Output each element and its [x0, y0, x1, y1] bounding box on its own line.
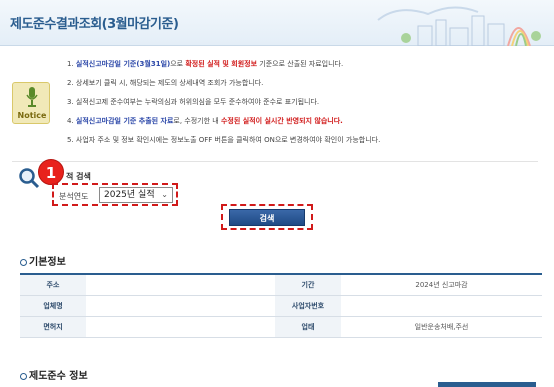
divider [12, 161, 538, 162]
notice-item: 1. 실적신고마감일 기준(3월31일)으로 확정된 실적 및 회원정보 기준으… [67, 55, 537, 74]
info-value [86, 295, 275, 317]
info-label: 면허지 [20, 316, 86, 338]
section-tab-bar [438, 382, 536, 387]
notice-item-text: 으로 [170, 60, 186, 68]
notice-item-text: 실적신고제 준수여부는 누락의심과 허위의심을 모두 준수하여야 준수로 표기됩… [75, 98, 320, 106]
compliance-title: 제도준수 정보 [20, 367, 88, 382]
info-value [86, 274, 275, 296]
table-row: 업체명 사업자번호 [20, 295, 542, 317]
year-label: 분석연도 [59, 192, 89, 201]
search-button[interactable]: 검색 [229, 209, 305, 226]
search-heading: 적 검색 [66, 172, 91, 181]
notice-item-text: 수정된 실적이 실시간 반영되지 않습니다. [220, 117, 343, 125]
notice-item-text: 상세보기 클릭 시, 해당되는 제도의 상세내역 조회가 가능합니다. [75, 79, 264, 87]
magnifier-icon [19, 168, 40, 189]
notice-item-number: 3. [67, 98, 74, 106]
info-value: 2024년 신고마감 [341, 274, 542, 296]
notice-item-text: 사업자 주소 및 정보 확인시에는 정보노출 OFF 버튼을 클릭하여 ON으로… [75, 136, 381, 144]
notice-item-number: 5. [67, 136, 74, 144]
basic-info-table: 주소 기간 2024년 신고마감업체명 사업자번호면허지 업태 일반운송처배,주선 [20, 273, 542, 338]
table-row: 면허지 업태 일반운송처배,주선 [20, 316, 542, 338]
notice-item-number: 2. [67, 79, 74, 87]
notice-item-number: 1. [67, 60, 74, 68]
info-label: 기간 [275, 274, 341, 296]
year-select-value: 2025년 실적 [104, 190, 155, 200]
basic-info-title: 기본정보 [20, 253, 66, 268]
info-value [341, 295, 542, 317]
info-value [86, 316, 275, 338]
page-header: 제도준수결과조회(3월마감기준) [0, 0, 554, 46]
info-label: 업태 [275, 316, 341, 338]
page-title: 제도준수결과조회(3월마감기준) [10, 17, 179, 32]
notice-item-text: 실적신고마감일 기준 추출된 자료 [75, 117, 174, 125]
notice-item: 2. 상세보기 클릭 시, 해당되는 제도의 상세내역 조회가 가능합니다. [67, 74, 537, 93]
info-value: 일반운송처배,주선 [341, 316, 542, 338]
chevron-down-icon: ⌄ [161, 190, 168, 199]
notice-item-number: 4. [67, 117, 74, 125]
info-label: 사업자번호 [275, 295, 341, 317]
notice-item: 3. 실적신고제 준수여부는 누락의심과 허위의심을 모두 준수하여야 준수로 … [67, 93, 537, 112]
table-row: 주소 기간 2024년 신고마감 [20, 274, 542, 296]
year-select[interactable]: 2025년 실적 ⌄ [99, 187, 173, 203]
year-filter-highlight: 분석연도 2025년 실적 ⌄ [52, 183, 178, 206]
notice-list: 1. 실적신고마감일 기준(3월31일)으로 확정된 실적 및 회원정보 기준으… [67, 55, 537, 150]
search-button-highlight: 검색 [221, 204, 313, 230]
notice-item-text: 실적신고마감일 기준(3월31일) [75, 60, 171, 68]
microphone-icon [26, 87, 38, 107]
notice-item-text: 로, 수정기한 내 [173, 117, 221, 125]
notice-badge: Notice [12, 82, 50, 124]
notice-item: 5. 사업자 주소 및 정보 확인시에는 정보노출 OFF 버튼을 클릭하여 O… [67, 131, 537, 150]
step-number-badge: 1 [38, 159, 64, 185]
notice-item: 4. 실적신고마감일 기준 추출된 자료로, 수정기한 내 수정된 실적이 실시… [67, 112, 537, 131]
notice-panel: Notice 1. 실적신고마감일 기준(3월31일)으로 확정된 실적 및 회… [12, 55, 538, 155]
info-label: 업체명 [20, 295, 86, 317]
notice-item-text: 확정된 실적 및 회원정보 [185, 60, 258, 68]
city-skyline-illustration [377, 6, 541, 46]
notice-item-text: 기준으로 산출된 자료입니다. [257, 60, 344, 68]
notice-label: Notice [17, 111, 47, 120]
info-label: 주소 [20, 274, 86, 296]
